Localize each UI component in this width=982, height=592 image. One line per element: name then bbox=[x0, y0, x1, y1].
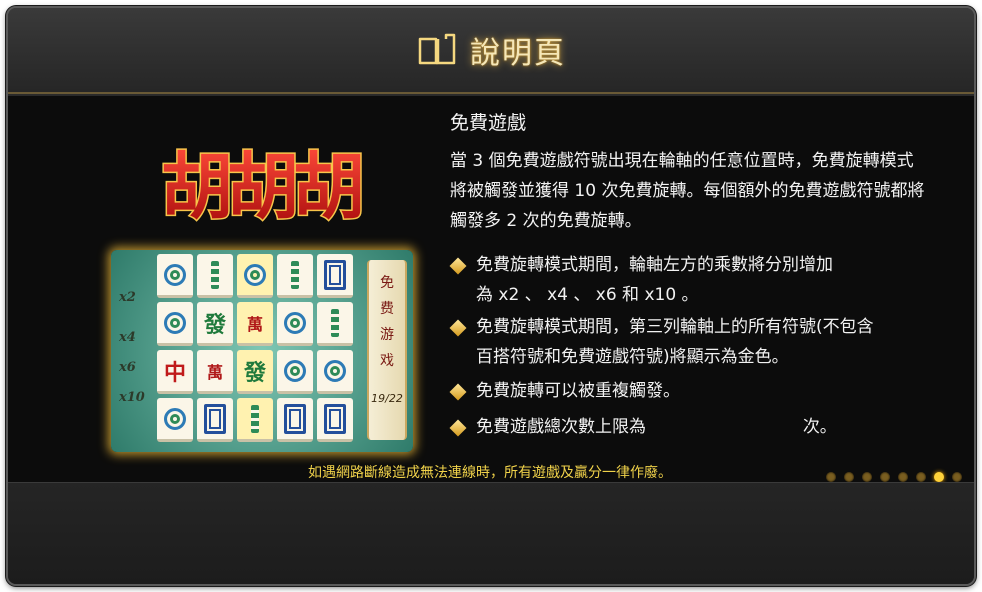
bullet-line: 免費旋轉模式期間，輪軸左方的乘數將分別增加 bbox=[476, 255, 833, 275]
diamond-bullet-icon bbox=[449, 419, 467, 437]
hu-logo: 胡胡胡 bbox=[159, 143, 368, 231]
tile bbox=[237, 398, 273, 442]
tile: 發 bbox=[197, 302, 233, 346]
book-icon bbox=[418, 33, 456, 65]
rule-bullet: 免費遊戲總次數上限為 次。 bbox=[449, 412, 940, 442]
scroll-char: 免 bbox=[380, 275, 394, 291]
disconnect-notice: 如遇網路斷線造成無法連線時，所有遊戲及贏分一律作廢。 bbox=[308, 465, 672, 481]
tile bbox=[277, 398, 313, 442]
page-dot[interactable] bbox=[880, 472, 890, 482]
multiplier-label: x2 bbox=[119, 290, 136, 305]
tile bbox=[317, 254, 353, 298]
diamond-bullet-icon bbox=[449, 257, 467, 275]
page-dot[interactable] bbox=[952, 472, 962, 482]
multiplier-label: x6 bbox=[119, 360, 136, 375]
tile bbox=[237, 254, 273, 298]
bullet-line: 為 x2 、 x4 、 x6 和 x10 。 bbox=[476, 285, 699, 305]
dialog-header: 說明頁 bbox=[8, 8, 974, 94]
bullet-text: 免費遊戲總次數上限為 bbox=[476, 417, 646, 437]
free-game-scroll: 免 费 游 戏 19/22 bbox=[367, 260, 407, 440]
help-content: 胡胡胡 x2 x4 x6 x10 發 萬 中 萬 發 免 费 游 戏 19/22… bbox=[8, 96, 974, 482]
page-dot[interactable] bbox=[916, 472, 926, 482]
scroll-char: 戏 bbox=[380, 353, 394, 369]
bullet-text: 次。 bbox=[802, 417, 837, 437]
dialog-footer bbox=[8, 482, 974, 584]
tile bbox=[277, 254, 313, 298]
tile bbox=[197, 254, 233, 298]
tile: 萬 bbox=[237, 302, 273, 346]
tile bbox=[157, 254, 193, 298]
bullet-line: 免費旋轉可以被重複觸發。 bbox=[476, 381, 680, 401]
page-dot[interactable] bbox=[826, 472, 836, 482]
tile: 萬 bbox=[197, 350, 233, 394]
tile: 發 bbox=[237, 350, 273, 394]
tile bbox=[317, 398, 353, 442]
page-dot[interactable] bbox=[844, 472, 854, 482]
help-dialog: 說明頁 胡胡胡 x2 x4 x6 x10 發 萬 中 萬 發 免 费 游 戏 1… bbox=[6, 6, 976, 586]
free-game-preview-image: x2 x4 x6 x10 發 萬 中 萬 發 免 费 游 戏 19/22 bbox=[111, 250, 413, 452]
rule-bullet: 免費旋轉可以被重複觸發。 bbox=[449, 376, 940, 406]
svg-text:胡胡胡: 胡胡胡 bbox=[161, 144, 361, 229]
page-pagination bbox=[826, 472, 962, 482]
page-dot[interactable] bbox=[934, 472, 944, 482]
free-spin-counter: 19/22 bbox=[371, 392, 403, 405]
page-dot[interactable] bbox=[862, 472, 872, 482]
section-heading: 免費遊戲 bbox=[450, 112, 527, 134]
scroll-char: 费 bbox=[380, 301, 394, 317]
page-dot[interactable] bbox=[898, 472, 908, 482]
bullet-line: 百搭符號和免費遊戲符號)將顯示為金色。 bbox=[476, 347, 789, 367]
tile bbox=[317, 302, 353, 346]
tile bbox=[157, 302, 193, 346]
rule-bullet: 免費旋轉模式期間，第三列輪軸上的所有符號(不包含 百搭符號和免費遊戲符號)將顯示… bbox=[449, 312, 940, 372]
tile bbox=[277, 350, 313, 394]
bullet-line: 免費遊戲總次數上限為 次。 bbox=[476, 412, 940, 442]
diamond-bullet-icon bbox=[449, 383, 467, 401]
section-description: 當 3 個免費遊戲符號出現在輪軸的任意位置時，免費旋轉模式將被觸發並獲得 10 … bbox=[450, 151, 925, 231]
diamond-bullet-icon bbox=[449, 319, 467, 337]
rule-bullet: 免費旋轉模式期間，輪軸左方的乘數將分別增加 為 x2 、 x4 、 x6 和 x… bbox=[449, 250, 940, 310]
tile bbox=[317, 350, 353, 394]
tile bbox=[157, 398, 193, 442]
multiplier-label: x4 bbox=[119, 330, 136, 345]
page-title: 說明頁 bbox=[470, 36, 566, 71]
bullet-line: 免費旋轉模式期間，第三列輪軸上的所有符號(不包含 bbox=[476, 317, 874, 337]
reel-grid: 發 萬 中 萬 發 bbox=[157, 254, 353, 450]
scroll-char: 游 bbox=[380, 327, 394, 343]
tile bbox=[277, 302, 313, 346]
tile: 中 bbox=[157, 350, 193, 394]
tile bbox=[197, 398, 233, 442]
multiplier-label: x10 bbox=[119, 390, 145, 405]
